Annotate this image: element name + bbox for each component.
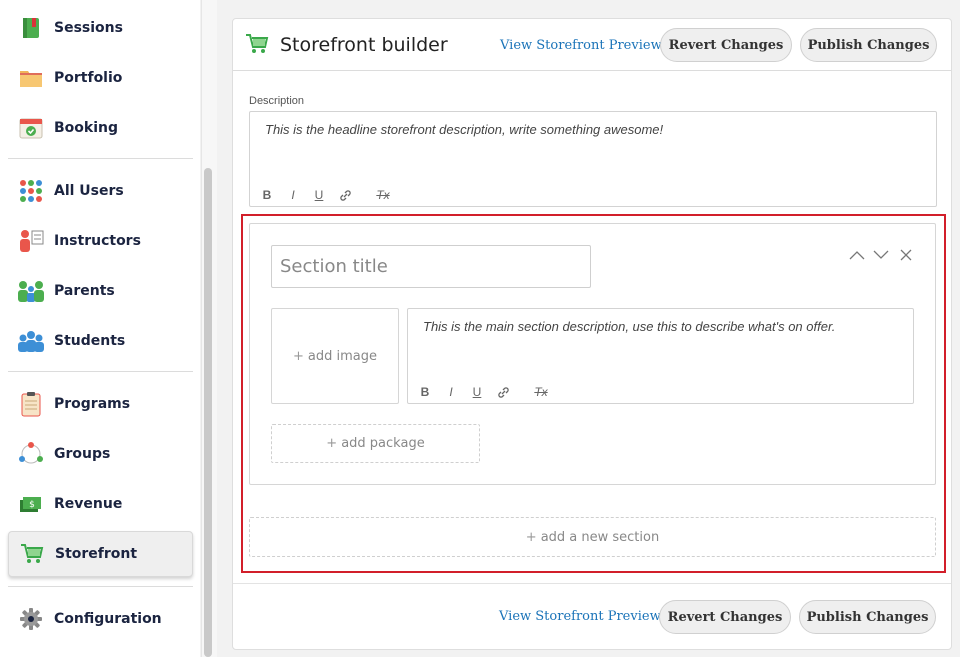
sidebar-item-all-users[interactable]: All Users xyxy=(8,168,193,214)
footer-publish-changes-button[interactable]: Publish Changes xyxy=(799,600,936,634)
sidebar-item-label: Configuration xyxy=(54,611,162,627)
calendar-check-icon xyxy=(16,113,46,143)
sidebar-item-label: Revenue xyxy=(54,496,123,512)
section-card: Section title + add image This is the ma… xyxy=(249,223,936,485)
bold-icon[interactable]: B xyxy=(418,385,432,399)
section-description-editor[interactable]: This is the main section description, us… xyxy=(407,308,914,404)
move-down-icon[interactable] xyxy=(872,246,890,264)
groups-icon xyxy=(16,439,46,469)
add-image-button[interactable]: + add image xyxy=(271,308,399,404)
clear-format-icon[interactable]: Tx xyxy=(376,188,390,202)
sidebar-item-label: Programs xyxy=(54,396,131,412)
add-package-button[interactable]: + add package xyxy=(271,424,480,463)
description-label: Description xyxy=(249,95,305,107)
move-up-icon[interactable] xyxy=(848,246,866,264)
folder-icon xyxy=(16,63,46,93)
link-icon[interactable] xyxy=(338,188,352,202)
sidebar-item-students[interactable]: Students xyxy=(8,318,193,364)
users-grid-icon xyxy=(16,176,46,206)
footer-divider xyxy=(233,583,951,584)
sidebar-item-label: Portfolio xyxy=(54,70,123,86)
sidebar-item-storefront[interactable]: Storefront xyxy=(8,531,193,577)
page-title: Storefront builder xyxy=(280,34,448,56)
cart-icon xyxy=(17,539,47,569)
description-placeholder: This is the headline storefront descript… xyxy=(265,122,664,137)
sidebar-item-revenue[interactable]: $ Revenue xyxy=(8,481,193,527)
money-icon: $ xyxy=(16,489,46,519)
close-icon[interactable] xyxy=(897,246,915,264)
students-icon xyxy=(16,326,46,356)
plus-icon: + xyxy=(525,529,537,545)
sidebar-item-configuration[interactable]: Configuration xyxy=(8,596,193,642)
plus-icon: + xyxy=(292,348,304,364)
footer-revert-changes-button[interactable]: Revert Changes xyxy=(659,600,791,634)
sidebar-item-label: All Users xyxy=(54,183,124,199)
plus-icon: + xyxy=(326,436,338,451)
sidebar-item-label: Parents xyxy=(54,283,115,299)
add-package-label: add package xyxy=(341,436,425,451)
description-editor[interactable]: This is the headline storefront descript… xyxy=(249,111,937,207)
sidebar-divider xyxy=(8,586,193,587)
bold-icon[interactable]: B xyxy=(260,188,274,202)
sidebar-divider xyxy=(8,158,193,159)
sidebar-item-sessions[interactable]: Sessions xyxy=(8,5,193,51)
parents-icon xyxy=(16,276,46,306)
sidebar-item-label: Students xyxy=(54,333,126,349)
sidebar-item-programs[interactable]: Programs xyxy=(8,381,193,427)
panel-header: Storefront builder View Storefront Previ… xyxy=(233,19,951,71)
instructor-icon xyxy=(16,226,46,256)
clipboard-icon xyxy=(16,389,46,419)
gear-icon xyxy=(16,604,46,634)
sidebar-item-label: Sessions xyxy=(54,20,123,36)
footer-view-storefront-preview-link[interactable]: View Storefront Preview xyxy=(499,609,661,624)
underline-icon[interactable]: U xyxy=(470,385,484,399)
svg-text:$: $ xyxy=(29,500,35,510)
sidebar-item-instructors[interactable]: Instructors xyxy=(8,218,193,264)
sidebar-item-label: Storefront xyxy=(55,546,138,562)
italic-icon[interactable]: I xyxy=(444,385,458,399)
add-new-section-button[interactable]: + add a new section xyxy=(249,517,936,557)
sidebar-item-booking[interactable]: Booking xyxy=(8,105,193,151)
view-storefront-preview-link[interactable]: View Storefront Preview xyxy=(500,38,662,53)
publish-changes-button[interactable]: Publish Changes xyxy=(800,28,937,62)
section-title-input[interactable]: Section title xyxy=(271,245,591,288)
section-description-placeholder: This is the main section description, us… xyxy=(423,319,836,334)
sidebar: Sessions Portfolio Booking All Users Ins… xyxy=(0,0,200,657)
description-toolbar: B I U Tx xyxy=(260,188,390,202)
link-icon[interactable] xyxy=(496,385,510,399)
sidebar-scrollbar-thumb[interactable] xyxy=(204,168,212,657)
revert-changes-button[interactable]: Revert Changes xyxy=(660,28,792,62)
cart-icon xyxy=(245,33,269,60)
sidebar-item-portfolio[interactable]: Portfolio xyxy=(8,55,193,101)
add-image-label: add image xyxy=(307,348,377,364)
add-section-label: add a new section xyxy=(540,529,660,545)
sidebar-item-parents[interactable]: Parents xyxy=(8,268,193,314)
underline-icon[interactable]: U xyxy=(312,188,326,202)
section-description-toolbar: B I U Tx xyxy=(418,385,548,399)
sidebar-item-label: Groups xyxy=(54,446,111,462)
italic-icon[interactable]: I xyxy=(286,188,300,202)
book-icon xyxy=(16,13,46,43)
clear-format-icon[interactable]: Tx xyxy=(534,385,548,399)
sidebar-item-label: Instructors xyxy=(54,233,141,249)
sidebar-item-groups[interactable]: Groups xyxy=(8,431,193,477)
sidebar-divider xyxy=(8,371,193,372)
sidebar-item-label: Booking xyxy=(54,120,119,136)
